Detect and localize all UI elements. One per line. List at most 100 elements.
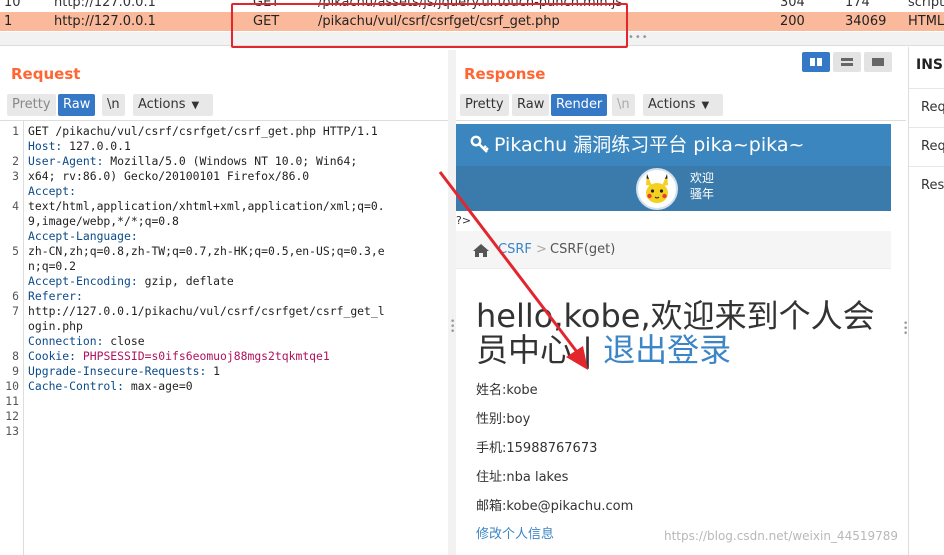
line-number: 13 [5, 424, 19, 438]
chevron-down-icon: ▼ [701, 100, 710, 111]
rows-icon [841, 58, 853, 66]
grip-dots-icon: ••• [903, 319, 909, 339]
response-tab-pretty[interactable]: Pretty [460, 94, 509, 116]
member-center-heading: hello,kobe,欢迎来到个人会员中心 | 退出登录 [476, 299, 886, 367]
layout-split-horizontal-button[interactable] [802, 52, 830, 72]
inspector-title: INSPECTOR [916, 57, 944, 73]
welcome-text: 欢迎 骚年 [682, 170, 722, 202]
edit-profile-link[interactable]: 修改个人信息 [476, 523, 554, 542]
layout-split-vertical-button[interactable] [833, 52, 861, 72]
response-tab-raw[interactable]: Raw [512, 94, 550, 116]
header-name: User-Agent: [28, 154, 104, 168]
pikachu-image [646, 174, 668, 203]
logout-link[interactable]: 退出登录 [603, 331, 731, 369]
line-number: 12 [5, 409, 19, 423]
breadcrumb-link-csrf[interactable]: CSRF [498, 231, 532, 269]
line-number [0, 139, 19, 154]
row-length: 174 [845, 0, 870, 10]
columns-icon [810, 58, 822, 66]
stray-php-tag: ?> [456, 214, 472, 227]
info-address: 住址:nba lakes [476, 470, 569, 485]
key-icon [470, 135, 489, 153]
layout-single-button[interactable] [864, 52, 892, 72]
request-tab-pretty[interactable]: Pretty [7, 94, 56, 116]
annotation-highlight-box [231, 3, 628, 48]
row-mime: HTML [908, 14, 944, 29]
line-number: 6 [12, 289, 19, 303]
request-editor[interactable]: 1 23 4 5 67 8 9 10 11 12 13 GET /pikachu/vul/… [0, 120, 448, 555]
line-number [0, 274, 19, 289]
line-number [0, 229, 19, 244]
line-number: 5 [12, 244, 19, 258]
line-number [0, 259, 19, 274]
inspector-request-headers[interactable]: Request Headers [909, 127, 944, 164]
header-name: Accept: [28, 184, 77, 198]
request-line: Referer: http://127.0.0.1/pikachu/vul/cs… [28, 289, 444, 334]
header-value: close [103, 334, 145, 348]
line-number: 2 [12, 154, 19, 168]
request-line: User-Agent: Mozilla/5.0 (Windows NT 10.0… [28, 154, 444, 184]
actions-label: Actions [138, 97, 186, 112]
line-number [0, 319, 19, 334]
request-line: GET /pikachu/vul/csrf/csrfget/csrf_get.p… [28, 124, 378, 138]
pikachu-avatar [636, 168, 678, 210]
breadcrumb-current: CSRF(get) [550, 242, 616, 257]
line-number: 11 [5, 394, 19, 408]
info-phone: 手机:15988767673 [476, 441, 598, 456]
inspector-response-headers[interactable]: Response Headers [909, 166, 944, 203]
line-number: 8 [12, 349, 19, 363]
line-number: 10 [5, 379, 19, 393]
header-name: Cookie: [28, 349, 77, 363]
breadcrumb-separator: > [536, 242, 547, 257]
row-host: http://127.0.0.1 [54, 14, 156, 29]
info-email: 邮箱:kobe@pikachu.com [476, 499, 634, 514]
request-line: Host: 127.0.0.1 [28, 139, 444, 154]
response-tab-newline[interactable]: \n [612, 94, 635, 116]
info-name: 姓名:kobe [476, 383, 538, 398]
row-number: 10 [4, 0, 21, 10]
row-status: 304 [780, 0, 805, 10]
home-icon[interactable] [472, 243, 490, 258]
header-name: Accept-Language: [28, 229, 138, 243]
request-tab-raw[interactable]: Raw [58, 94, 96, 116]
response-actions-menu[interactable]: Actions ▼ [643, 94, 723, 116]
header-value: 127.0.0.1 [62, 139, 131, 153]
header-name: Host: [28, 139, 63, 153]
request-line: Upgrade-Insecure-Requests: 1 [28, 364, 444, 379]
row-status: 200 [780, 14, 805, 29]
line-number: 3 [12, 169, 19, 183]
line-number: 4 [12, 199, 19, 213]
layout-toggle-group [802, 52, 892, 72]
request-line: Accept-Language: zh-CN,zh;q=0.8,zh-TW;q=… [28, 229, 444, 274]
line-number [0, 334, 19, 349]
request-line: Accept: text/html,application/xhtml+xml,… [28, 184, 444, 229]
grip-dots-icon: ••• [450, 317, 456, 337]
request-actions-menu[interactable]: Actions ▼ [133, 94, 213, 116]
request-raw-text[interactable]: GET /pikachu/vul/csrf/csrfget/csrf_get.p… [28, 124, 444, 394]
request-line: Cookie: PHPSESSID=s0ifs6eomuoj88mgs2tqkm… [28, 349, 444, 364]
grip-dots-icon: ••• [628, 32, 649, 43]
line-number: 9 [12, 364, 19, 378]
line-number [0, 214, 19, 229]
header-name: Cache-Control: [28, 379, 125, 393]
actions-label: Actions [648, 97, 696, 112]
pane-splitter[interactable]: • • • [448, 50, 456, 555]
header-name: Referer: [28, 289, 83, 303]
cookie-name: PHPSESSID [76, 349, 145, 363]
header-value: http://127.0.0.1/pikachu/vul/csrf/csrfge… [28, 304, 385, 333]
header-name: Upgrade-Insecure-Requests: [28, 364, 207, 378]
inspector-query-params[interactable]: Request Query Parameters [909, 88, 944, 125]
pikachu-nav-bar: 欢迎 骚年 [456, 166, 891, 211]
pikachu-header: Pikachu 漏洞练习平台 pika~pika~ [456, 124, 891, 166]
watermark: https://blog.csdn.net/weixin_44519789 [664, 529, 899, 543]
request-tab-newline[interactable]: \n [102, 94, 125, 116]
single-pane-icon [872, 58, 884, 66]
rendered-response: Pikachu 漏洞练习平台 pika~pika~ 欢迎 骚年 ?> CSRF … [456, 120, 906, 555]
response-pane-title: Response [464, 65, 546, 83]
proxy-history-table: 10 http://127.0.0.1 GET /pikachu/assets/… [0, 0, 944, 48]
header-value: 1 [206, 364, 221, 378]
line-number-gutter: 1 23 4 5 67 8 9 10 11 12 13 [0, 121, 24, 555]
header-value: text/html,application/xhtml+xml,applicat… [28, 199, 385, 228]
inspector-panel: INSPECTOR Request Query Parameters Reque… [908, 47, 944, 555]
response-tab-render[interactable]: Render [551, 94, 608, 116]
